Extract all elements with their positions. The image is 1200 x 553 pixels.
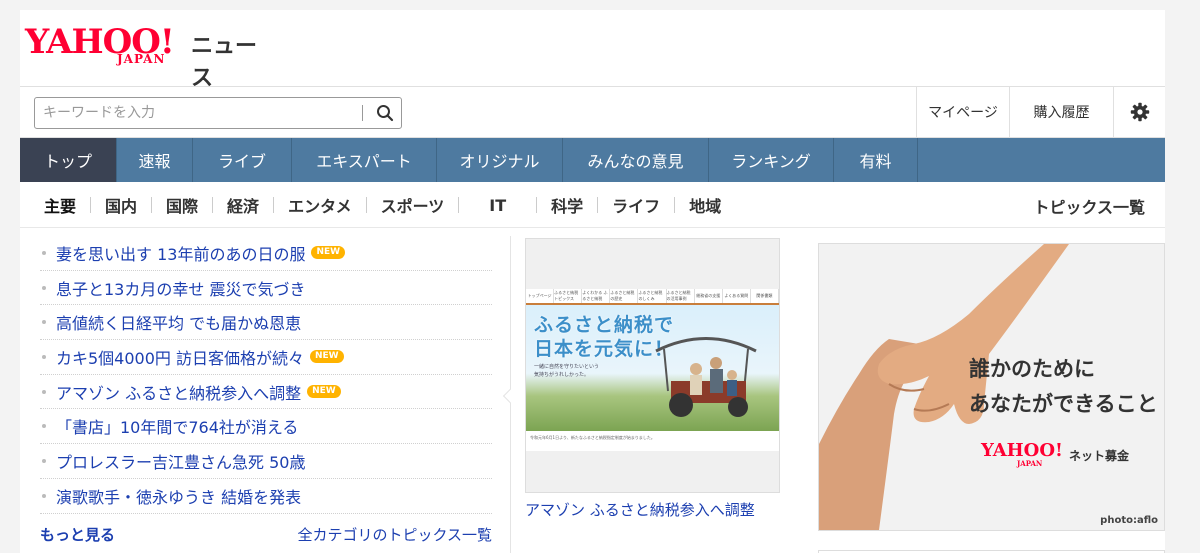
bullet-icon <box>42 250 46 255</box>
gear-icon <box>1130 102 1149 122</box>
headline-item[interactable]: カキ5個4000円 訪日客価格が続々 NEW <box>40 340 492 375</box>
more-link[interactable]: もっと見る <box>40 524 115 545</box>
bullet-icon <box>42 320 46 325</box>
settings-button[interactable] <box>1113 87 1165 137</box>
ad-image: 誰かのために あなたができること YAHOO! JAPAN ネット募金 phot… <box>819 244 1164 530</box>
selected-pointer <box>502 388 518 404</box>
new-badge: NEW <box>307 385 341 399</box>
pickup-image[interactable]: ふるさと納税で 日本を元気に！ 一緒に自然を守りたいという 気持ちがうれしかった… <box>525 238 780 493</box>
header-links: マイページ 購入履歴 <box>916 87 1165 137</box>
ad-japan-logo: JAPAN <box>1017 459 1043 468</box>
headline-text[interactable]: 「書店」10年間で764社が消える <box>56 414 298 438</box>
headline-item[interactable]: 「書店」10年間で764社が消える <box>40 409 492 445</box>
topics-list-link[interactable]: トピックス一覧 <box>1033 194 1145 218</box>
category-it[interactable]: IT <box>459 196 536 215</box>
pickup-article[interactable]: ふるさと納税で 日本を元気に！ 一緒に自然を守りたいという 気持ちがうれしかった… <box>525 238 780 520</box>
logo-service-name: ニュース <box>191 34 258 91</box>
category-local[interactable]: 地域 <box>675 193 735 217</box>
ad-yahoo-logo: YAHOO! <box>981 440 1063 461</box>
pickup-image-tabs: トップページ ふるさと納税トピックス よくわかる ふるさと納税 ふるさと納税の歴… <box>526 289 779 305</box>
headline-item[interactable]: 演歌歌手・徳永ゆうき 結婚を発表 <box>40 479 492 514</box>
headline-item[interactable]: プロレスラー吉江豊さん急死 50歳 <box>40 444 492 479</box>
main-content: 妻を思い出す 13年前のあの日の服 NEW 息子と13カ月の幸せ 震災で気づき 高… <box>20 228 1165 553</box>
nav-tab-expert[interactable]: エキスパート <box>292 138 437 182</box>
tractor-illustration <box>655 337 757 417</box>
headline-text[interactable]: プロレスラー吉江豊さん急死 50歳 <box>56 449 305 473</box>
ad-headline: 誰かのために あなたができること <box>969 357 1158 416</box>
nav-tab-breaking[interactable]: 速報 <box>117 138 193 182</box>
site-header: YAHOO! JAPAN ニュース <box>20 10 1165 91</box>
all-topics-link[interactable]: 全カテゴリのトピックス一覧 <box>297 524 492 545</box>
new-badge: NEW <box>310 350 344 364</box>
headline-item[interactable]: 息子と13カ月の幸せ 震災で気づき <box>40 271 492 306</box>
pickup-image-subtitle: 一緒に自然を守りたいという 気持ちがうれしかった。 <box>534 364 600 378</box>
new-badge: NEW <box>311 246 346 260</box>
nav-tab-original[interactable]: オリジナル <box>437 138 563 182</box>
search-input[interactable] <box>35 98 365 128</box>
bullet-icon <box>42 493 46 498</box>
headline-item[interactable]: 高値続く日経平均 でも届かぬ恩恵 <box>40 305 492 341</box>
headline-text[interactable]: 演歌歌手・徳永ゆうき 結婚を発表 <box>56 484 301 508</box>
bullet-icon <box>42 389 46 394</box>
headline-text[interactable]: 妻を思い出す 13年前のあの日の服 <box>56 241 305 265</box>
search-separator <box>362 105 363 121</box>
mypage-link[interactable]: マイページ <box>916 87 1009 137</box>
headline-text[interactable]: 息子と13カ月の幸せ 震災で気づき <box>56 276 305 300</box>
page: YAHOO! JAPAN ニュース マイページ 購入履歴 <box>20 0 1165 553</box>
main-nav: トップ 速報 ライブ エキスパート オリジナル みんなの意見 ランキング 有料 <box>20 138 1165 182</box>
logo-japan-text: JAPAN <box>117 52 166 66</box>
category-sports[interactable]: スポーツ <box>367 193 459 217</box>
ad-service-name: ネット募金 <box>1069 449 1130 463</box>
category-world[interactable]: 国際 <box>152 193 212 217</box>
bullet-icon <box>42 458 46 463</box>
headline-item[interactable]: 妻を思い出す 13年前のあの日の服 NEW <box>40 236 492 271</box>
purchase-history-link[interactable]: 購入履歴 <box>1009 87 1113 137</box>
headline-item[interactable]: アマゾン ふるさと納税参入へ調整 NEW <box>40 375 492 410</box>
pickup-image-footer: 令和元年6月1日より、新たなふるさと納税指定制度が始まりました。 <box>526 431 779 451</box>
pickup-image-scene: ふるさと納税で 日本を元気に！ 一緒に自然を守りたいという 気持ちがうれしかった… <box>526 291 779 441</box>
bullet-icon <box>42 354 46 359</box>
nav-tab-opinions[interactable]: みんなの意見 <box>563 138 709 182</box>
category-main[interactable]: 主要 <box>30 193 90 217</box>
search-bar-row: マイページ 購入履歴 <box>20 86 1165 138</box>
top-strip <box>20 0 1165 10</box>
category-entertainment[interactable]: エンタメ <box>274 193 366 217</box>
headline-text[interactable]: 高値続く日経平均 でも届かぬ恩恵 <box>56 310 301 334</box>
category-domestic[interactable]: 国内 <box>91 193 151 217</box>
ad-photo-credit: photo:aflo <box>1100 515 1158 526</box>
category-science[interactable]: 科学 <box>537 193 597 217</box>
bullet-icon <box>42 424 46 429</box>
headline-text[interactable]: アマゾン ふるさと納税参入へ調整 <box>56 380 301 404</box>
nav-tab-ranking[interactable]: ランキング <box>709 138 834 182</box>
nav-tab-paid[interactable]: 有料 <box>834 138 918 182</box>
donation-ad-banner[interactable]: 誰かのために あなたができること YAHOO! JAPAN ネット募金 phot… <box>818 243 1165 531</box>
category-nav: 主要 国内 国際 経済 エンタメ スポーツ IT 科学 ライフ 地域 トピックス… <box>20 182 1165 228</box>
headline-list: 妻を思い出す 13年前のあの日の服 NEW 息子と13カ月の幸せ 震災で気づき 高… <box>40 236 492 514</box>
category-life[interactable]: ライフ <box>598 193 674 217</box>
category-economy[interactable]: 経済 <box>213 193 273 217</box>
nav-tab-live[interactable]: ライブ <box>193 138 292 182</box>
search-icon <box>377 105 394 122</box>
bullet-icon <box>42 285 46 290</box>
yahoo-news-logo[interactable]: YAHOO! JAPAN ニュース <box>25 24 265 91</box>
search-box <box>34 97 402 129</box>
nav-tab-top[interactable]: トップ <box>20 138 117 182</box>
headline-footer: もっと見る 全カテゴリのトピックス一覧 <box>40 522 492 546</box>
headline-text[interactable]: カキ5個4000円 訪日客価格が続々 <box>56 345 304 369</box>
category-list: 主要 国内 国際 経済 エンタメ スポーツ IT 科学 ライフ 地域 <box>30 182 735 228</box>
pickup-caption[interactable]: アマゾン ふるさと納税参入へ調整 <box>525 499 780 520</box>
search-button[interactable] <box>369 98 401 128</box>
